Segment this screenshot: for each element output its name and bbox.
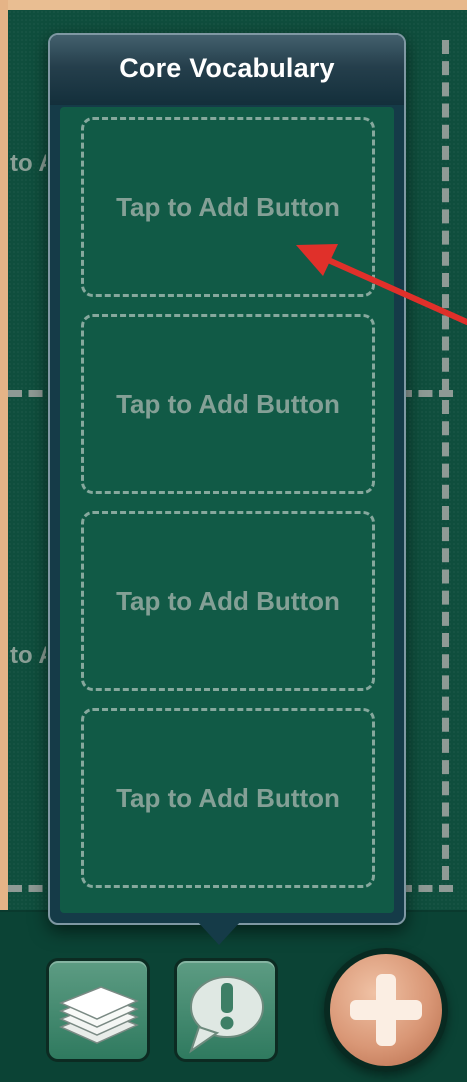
pages-button[interactable] xyxy=(46,958,150,1062)
add-button[interactable] xyxy=(324,948,448,1072)
annotation-arrow-icon xyxy=(296,244,467,325)
plus-icon xyxy=(350,974,422,1046)
stacked-pages-icon xyxy=(59,986,139,1044)
alert-phrase-button[interactable] xyxy=(174,958,278,1062)
speech-exclamation-icon xyxy=(189,976,264,1054)
